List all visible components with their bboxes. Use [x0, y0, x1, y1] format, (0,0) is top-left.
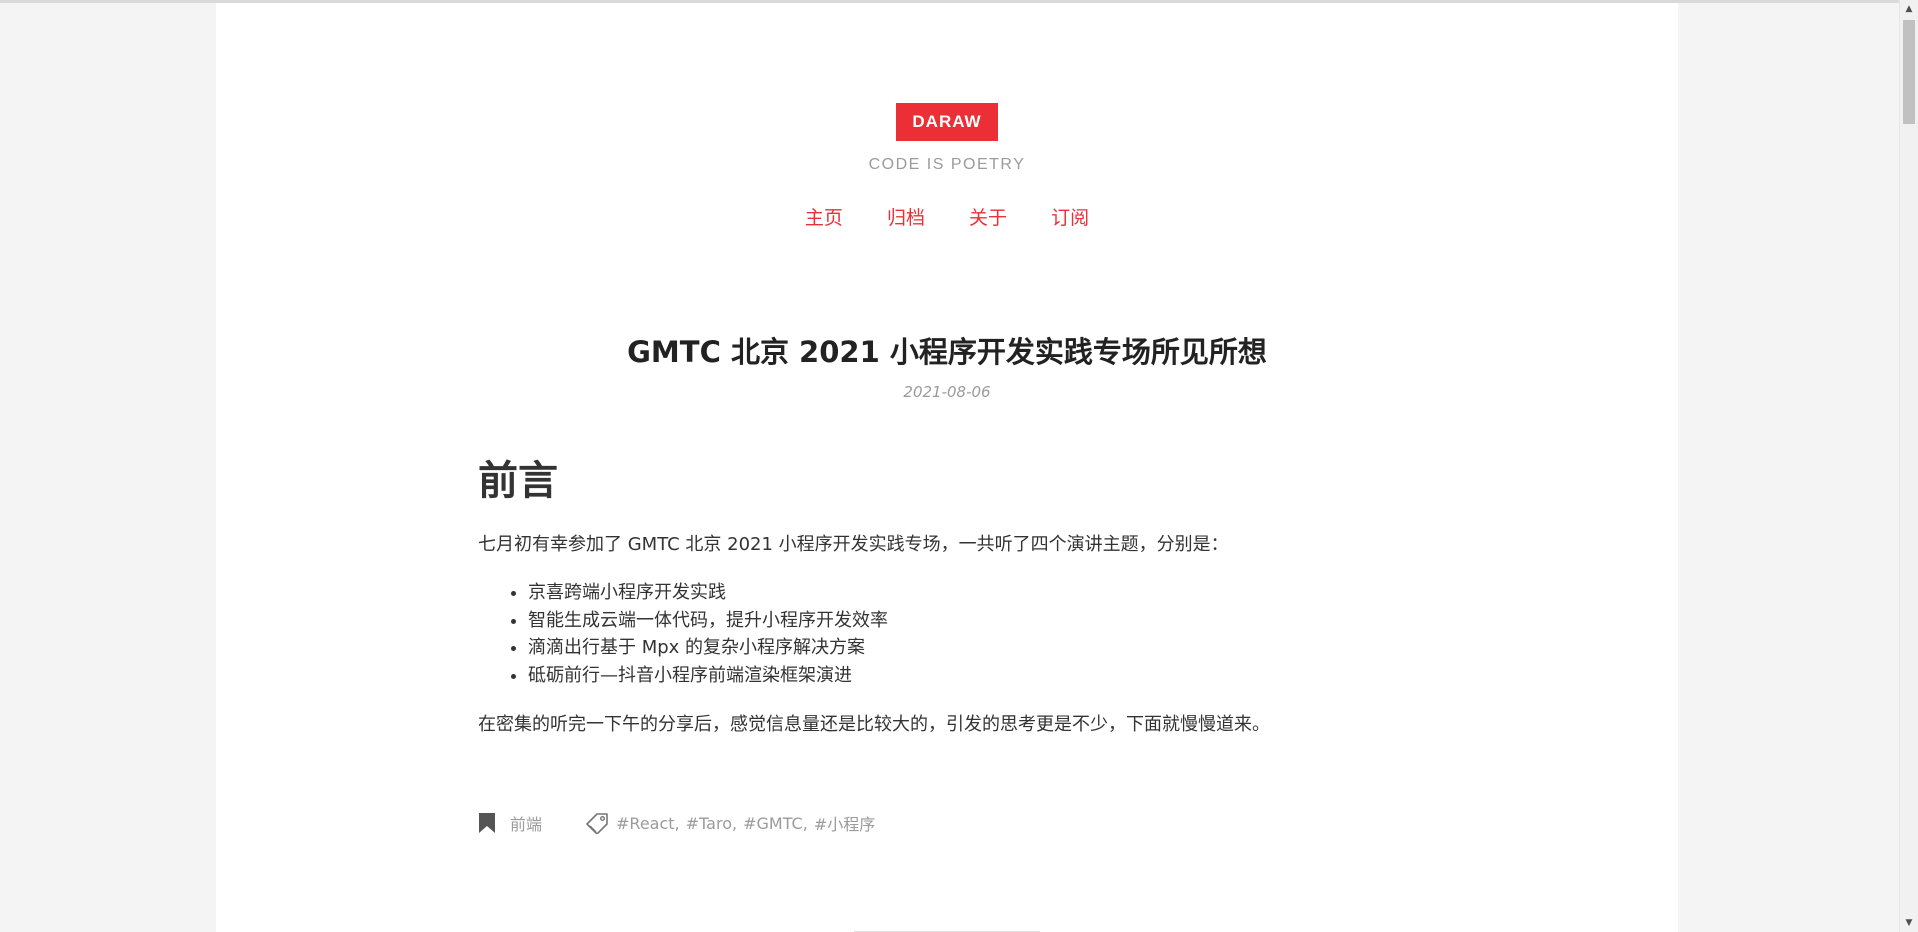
nav-item-about[interactable]: 关于: [969, 207, 1007, 229]
nav-item-home[interactable]: 主页: [805, 207, 843, 229]
post-meta: 前端 #React, #Taro, #GMTC, #小程序: [478, 811, 875, 835]
scrollbar-thumb[interactable]: [1903, 20, 1915, 124]
list-item: 京喜跨端小程序开发实践: [528, 579, 1418, 607]
section-heading: 前言: [478, 458, 558, 504]
vertical-scrollbar[interactable]: ▲ ▼: [1899, 0, 1918, 932]
tag-icon: [584, 812, 610, 835]
tag-separator: ,: [674, 813, 680, 833]
tag-link[interactable]: #React: [616, 814, 675, 833]
tag-separator: ,: [732, 813, 738, 833]
site-tagline: CODE IS POETRY: [868, 156, 1026, 173]
tag-link[interactable]: #GMTC: [743, 814, 803, 833]
scroll-down-arrow-icon[interactable]: ▼: [1900, 914, 1918, 932]
post-content: 前言 七月初有幸参加了 GMTC 北京 2021 小程序开发实践专场，一共听了四…: [478, 453, 1418, 739]
post-title: GMTC 北京 2021 小程序开发实践专场所见所想: [627, 335, 1267, 369]
list-item: 滴滴出行基于 Mpx 的复杂小程序解决方案: [528, 634, 1418, 662]
bookmark-icon: [478, 812, 496, 834]
nav-item-subscribe[interactable]: 订阅: [1051, 207, 1089, 229]
tag-link[interactable]: #小程序: [814, 811, 875, 835]
tag-separator: ,: [802, 813, 808, 833]
page-container: DARAW CODE IS POETRY 主页 归档 关于 订阅 GMTC 北京…: [216, 3, 1678, 932]
site-logo[interactable]: DARAW: [896, 103, 998, 141]
topic-list: 京喜跨端小程序开发实践 智能生成云端一体代码，提升小程序开发效率 滴滴出行基于 …: [478, 579, 1418, 689]
post-date: 2021-08-06: [903, 383, 991, 401]
category-link[interactable]: 前端: [510, 811, 542, 835]
nav-item-archive[interactable]: 归档: [887, 207, 925, 229]
main-nav: 主页 归档 关于 订阅: [216, 203, 1678, 230]
list-item: 砥砺前行—抖音小程序前端渲染框架演进: [528, 662, 1418, 690]
list-item: 智能生成云端一体代码，提升小程序开发效率: [528, 607, 1418, 635]
intro-paragraph: 七月初有幸参加了 GMTC 北京 2021 小程序开发实践专场，一共听了四个演讲…: [478, 534, 1229, 555]
outro-paragraph: 在密集的听完一下午的分享后，感觉信息量还是比较大的，引发的思考更是不少，下面就慢…: [478, 714, 1270, 735]
tag-link[interactable]: #Taro: [686, 814, 732, 833]
scroll-up-arrow-icon[interactable]: ▲: [1900, 0, 1918, 18]
